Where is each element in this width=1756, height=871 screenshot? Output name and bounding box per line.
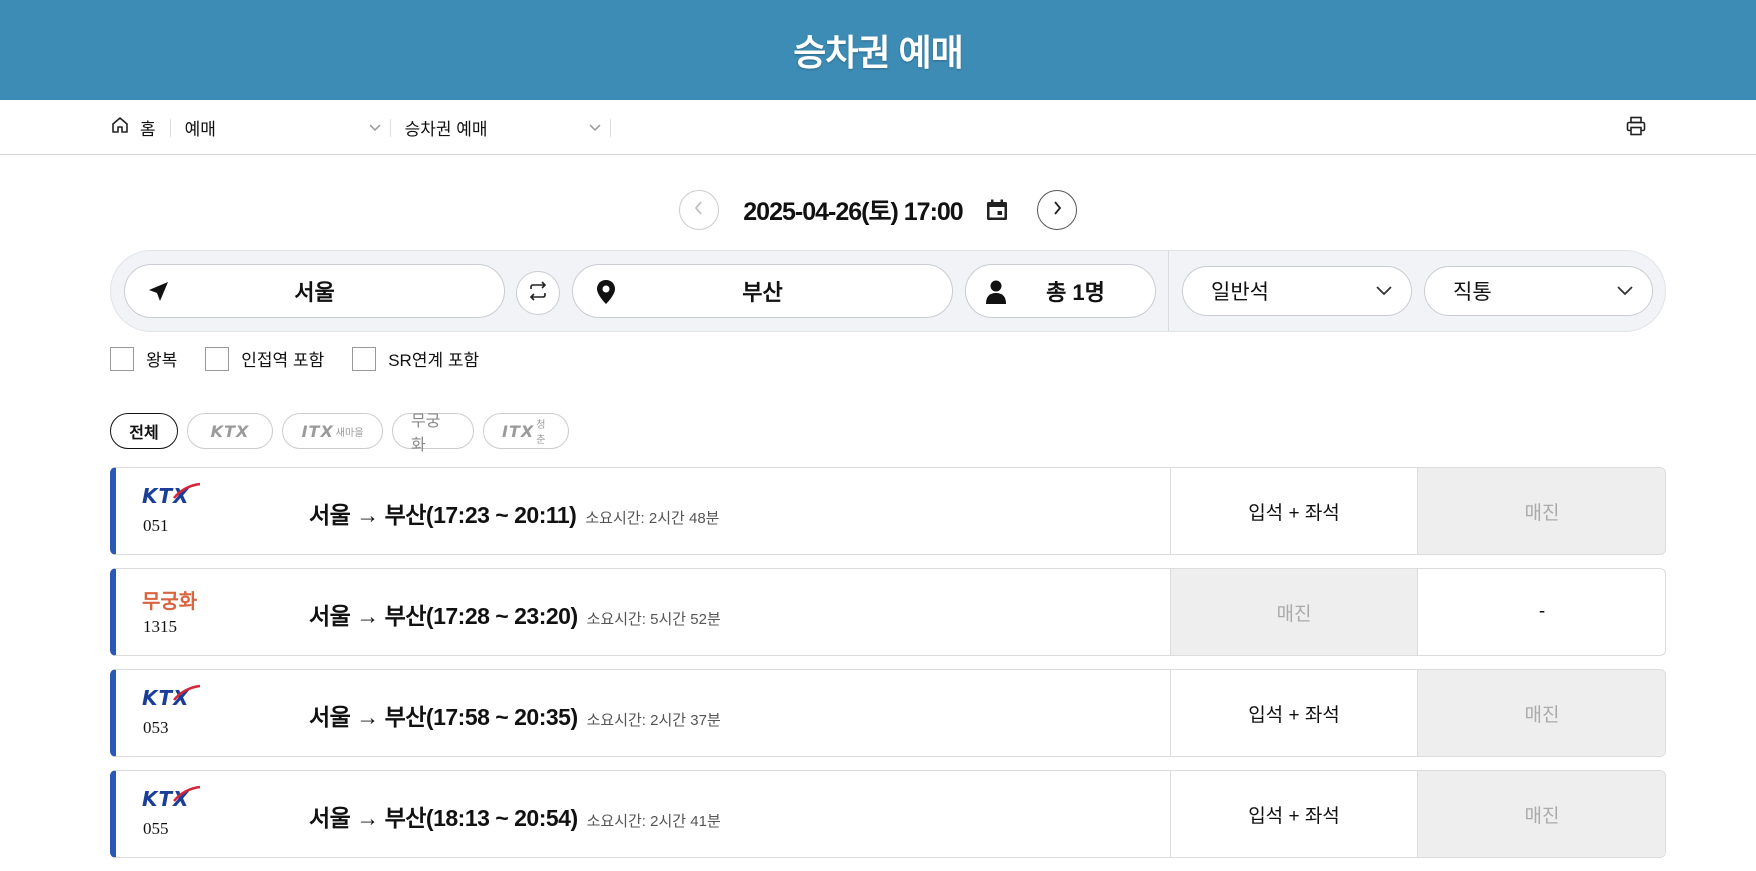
- round-trip-checkbox[interactable]: 왕복: [110, 346, 177, 371]
- arrival-station-button[interactable]: 부산: [572, 264, 953, 318]
- train-row[interactable]: 무궁화 1315 서울 → 부산(17:28 ~ 23:20) 소요시간: 5시…: [110, 568, 1666, 656]
- breadcrumb-select-booking[interactable]: 예매: [171, 118, 391, 139]
- train-type-filters: 전체 KTX ITX 새마을 무궁화 ITX 청춘: [110, 413, 569, 454]
- search-bar: 서울 부산 총 1명 일반석 직통: [110, 250, 1666, 332]
- special-seat-unavailable: -: [1417, 569, 1665, 655]
- breadcrumb-home[interactable]: 홈: [110, 117, 171, 139]
- train-route: 서울 → 부산(17:28 ~ 23:20) 소요시간: 5시간 52분: [309, 597, 721, 631]
- passenger-count-button[interactable]: 총 1명: [965, 264, 1156, 318]
- next-date-button[interactable]: [1036, 190, 1077, 230]
- prev-date-button[interactable]: [679, 190, 720, 230]
- checkbox-box[interactable]: [110, 346, 134, 371]
- filter-all[interactable]: 전체: [110, 413, 178, 449]
- chevron-left-icon: [693, 200, 705, 221]
- travel-duration: 소요시간: 2시간 41분: [586, 813, 721, 830]
- breadcrumb-level2-label: 승차권 예매: [404, 120, 488, 139]
- sr-connection-label: SR연계 포함: [388, 351, 480, 370]
- travel-duration: 소요시간: 2시간 37분: [586, 712, 721, 729]
- train-route: 서울 → 부산(18:13 ~ 20:54) 소요시간: 2시간 41분: [309, 799, 721, 833]
- route-type-select[interactable]: 직통: [1424, 266, 1653, 316]
- train-logo-mugunghwa: 무궁화: [142, 591, 198, 613]
- filter-ktx[interactable]: KTX: [187, 413, 273, 449]
- print-icon: [1625, 115, 1647, 142]
- breadcrumb-level1-label: 예매: [184, 120, 216, 139]
- general-seat-button[interactable]: 입석 + 좌석: [1170, 670, 1417, 756]
- train-route: 서울 → 부산(17:58 ~ 20:35) 소요시간: 2시간 37분: [309, 698, 721, 732]
- special-seat-soldout: 매진: [1417, 670, 1665, 756]
- route-time: 서울 → 부산(17:23 ~ 20:11): [309, 502, 577, 528]
- train-route: 서울 → 부산(17:23 ~ 20:11) 소요시간: 2시간 48분: [309, 496, 719, 530]
- itx-cheongchun-sub: 청춘: [536, 420, 546, 446]
- swap-icon: [527, 280, 549, 307]
- print-button[interactable]: [1624, 116, 1648, 140]
- train-row[interactable]: KTX 051 서울 → 부산(17:23 ~ 20:11) 소요시간: 2시간…: [110, 467, 1666, 555]
- round-trip-label: 왕복: [146, 351, 178, 370]
- sr-connection-checkbox[interactable]: SR연계 포함: [352, 346, 479, 371]
- chevron-down-icon: [368, 118, 382, 138]
- swap-stations-button[interactable]: [516, 271, 560, 315]
- general-seat-button[interactable]: 입석 + 좌석: [1170, 468, 1417, 554]
- departure-station: 서울: [294, 280, 335, 305]
- departure-station-button[interactable]: 서울: [124, 264, 505, 318]
- special-seat-soldout: 매진: [1417, 468, 1665, 554]
- filter-itx-saemaeul[interactable]: ITX 새마을: [282, 413, 383, 449]
- date-selector: 2025-04-26(토) 17:00: [0, 190, 1756, 230]
- itx-saemaeul-sub: 새마을: [335, 427, 364, 439]
- filter-mugunghwa-label: 무궁화: [411, 413, 441, 454]
- location-pin-icon: [593, 279, 619, 310]
- special-seat-soldout: 매진: [1417, 771, 1665, 857]
- travel-duration: 소요시간: 5시간 52분: [586, 611, 721, 628]
- home-icon: [110, 115, 130, 140]
- seat-class-select[interactable]: 일반석: [1182, 266, 1412, 316]
- train-row[interactable]: KTX 055 서울 → 부산(18:13 ~ 20:54) 소요시간: 2시간…: [110, 770, 1666, 858]
- train-number: 055: [143, 819, 169, 838]
- breadcrumb-home-label: 홈: [140, 120, 156, 139]
- chevron-down-icon: [1616, 279, 1634, 303]
- ktx-logo: KTX: [210, 421, 250, 441]
- nearby-station-checkbox[interactable]: 인접역 포함: [205, 346, 324, 371]
- train-number: 1315: [143, 617, 177, 636]
- calendar-icon[interactable]: [985, 198, 1009, 222]
- itx-logo: ITX: [502, 421, 535, 441]
- route-type-value: 직통: [1453, 281, 1492, 304]
- search-divider: [1168, 251, 1169, 331]
- train-logo-ktx: KTX: [142, 785, 201, 811]
- checkbox-box[interactable]: [352, 346, 377, 371]
- train-number: 051: [143, 516, 169, 535]
- travel-duration: 소요시간: 2시간 48분: [585, 510, 720, 527]
- chevron-right-icon: [1051, 200, 1063, 221]
- page-title: 승차권 예매: [793, 32, 964, 73]
- arrival-station: 부산: [742, 280, 783, 305]
- filter-itx-cheongchun[interactable]: ITX 청춘: [483, 413, 569, 449]
- general-seat-soldout: 매진: [1170, 569, 1417, 655]
- filter-mugunghwa[interactable]: 무궁화: [392, 413, 474, 454]
- train-list: KTX 051 서울 → 부산(17:23 ~ 20:11) 소요시간: 2시간…: [110, 467, 1666, 871]
- general-seat-button[interactable]: 입석 + 좌석: [1170, 771, 1417, 857]
- route-time: 서울 → 부산(17:28 ~ 23:20): [309, 603, 578, 629]
- filter-all-label: 전체: [129, 425, 159, 442]
- itx-logo: ITX: [301, 421, 334, 441]
- navigation-arrow-icon: [145, 279, 171, 310]
- person-icon: [984, 279, 1008, 310]
- selected-date: 2025-04-26(토) 17:00: [743, 198, 963, 226]
- nearby-station-label: 인접역 포함: [241, 351, 325, 370]
- route-time: 서울 → 부산(17:58 ~ 20:35): [309, 704, 578, 730]
- search-options: 왕복 인접역 포함 SR연계 포함: [110, 346, 507, 371]
- train-row[interactable]: KTX 053 서울 → 부산(17:58 ~ 20:35) 소요시간: 2시간…: [110, 669, 1666, 757]
- chevron-down-icon: [1375, 279, 1393, 303]
- breadcrumb-select-ticket[interactable]: 승차권 예매: [391, 118, 611, 139]
- train-logo-ktx: KTX: [142, 482, 201, 508]
- page-header: 승차권 예매: [0, 0, 1756, 100]
- breadcrumb: 홈 예매 승차권 예매: [0, 100, 1756, 155]
- checkbox-box[interactable]: [205, 346, 230, 371]
- train-number: 053: [143, 718, 169, 737]
- chevron-down-icon: [588, 118, 602, 138]
- seat-class-value: 일반석: [1211, 281, 1269, 304]
- route-time: 서울 → 부산(18:13 ~ 20:54): [309, 805, 578, 831]
- train-logo-ktx: KTX: [142, 684, 201, 710]
